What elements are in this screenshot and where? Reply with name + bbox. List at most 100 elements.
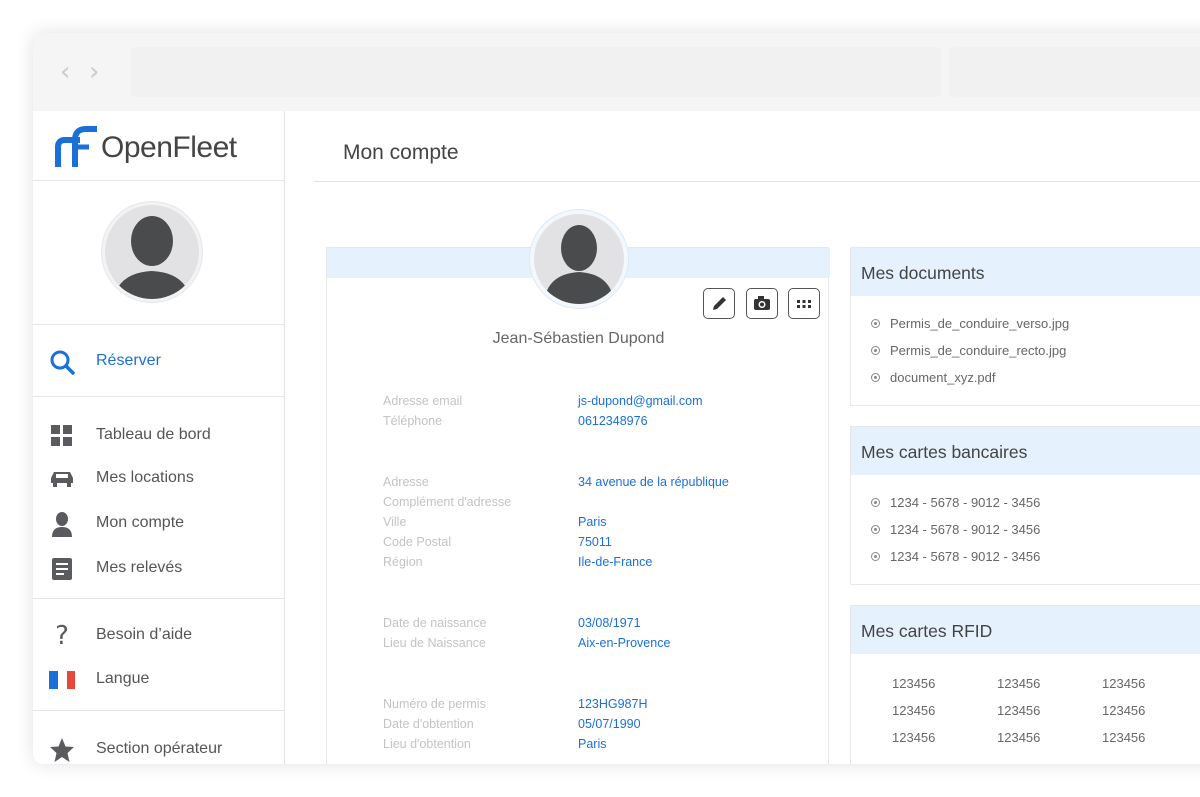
more-options-button[interactable] [788,288,820,319]
field-value-license-number[interactable]: 123HG987H [578,697,648,711]
profile-avatar[interactable] [530,210,628,308]
field-value-birth-date[interactable]: 03/08/1971 [578,616,641,630]
rfid-card-item[interactable]: 123456 [997,676,1040,691]
sidebar-avatar[interactable] [102,202,202,302]
sidebar-item-label: Tableau de bord [96,426,211,443]
dashboard-icon [51,425,72,446]
bank-cards-panel-header: Mes cartes bancaires [851,427,1200,475]
sidebar-item-mes-locations[interactable]: Mes locations [33,458,285,498]
document-item[interactable]: document_xyz.pdf [871,370,996,385]
field-label-region: Région [383,555,423,569]
rfid-cards-panel-title: Mes cartes RFID [861,621,993,641]
field-value-region[interactable]: Ile-de-France [578,555,652,569]
sidebar-item-label: Section opérateur [96,740,223,757]
radio-bullet-icon [871,552,880,561]
back-arrow-icon[interactable]: ‹ [60,59,78,85]
title-divider [314,181,1200,182]
field-value-license-place[interactable]: Paris [578,737,606,751]
field-value-email[interactable]: js-dupond@gmail.com [578,394,703,408]
field-label-postal-code: Code Postal [383,535,452,549]
rfid-cards-panel: Mes cartes RFID 123456 123456 123456 123… [850,605,1200,764]
browser-window: ‹ › OpenFleet Réserver Tableau de bord M… [33,33,1200,764]
radio-bullet-icon [871,525,880,534]
documents-panel: Mes documents Permis_de_conduire_verso.j… [850,247,1200,406]
profile-card: Jean-Sébastien Dupond Adresse email js-d… [326,210,830,764]
document-item[interactable]: Permis_de_conduire_verso.jpg [871,316,1069,331]
sidebar: OpenFleet Réserver Tableau de bord Mes l… [33,111,285,764]
field-label-phone: Téléphone [383,414,443,428]
sidebar-item-label: Mon compte [96,514,185,531]
field-value-postal-code[interactable]: 75011 [578,535,612,549]
field-value-license-date[interactable]: 05/07/1990 [578,717,641,731]
car-icon [51,472,73,487]
search-icon [50,350,75,375]
sidebar-item-reserver[interactable]: Réserver [33,341,285,381]
bank-cards-panel: Mes cartes bancaires 1234 - 5678 - 9012 … [850,426,1200,585]
documents-panel-header: Mes documents [851,248,1200,296]
user-icon [52,512,72,537]
rfid-card-item[interactable]: 123456 [892,730,935,745]
rfid-card-item[interactable]: 123456 [892,703,935,718]
sidebar-operator-section: Section opérateur [33,711,285,764]
document-icon [52,558,72,580]
rfid-card-item[interactable]: 123456 [1102,730,1145,745]
star-icon [50,738,74,762]
sidebar-item-mon-compte[interactable]: Mon compte [33,503,285,543]
change-photo-button[interactable] [746,288,778,319]
sidebar-help-section: ? Besoin d’aide Langue [33,599,285,711]
page-title: Mon compte [343,141,459,164]
french-flag-icon [49,671,75,689]
bank-card-item[interactable]: 1234 - 5678 - 9012 - 3456 [871,495,1040,510]
radio-bullet-icon [871,319,880,328]
field-label-license-date: Date d'obtention [383,717,474,731]
address-bar[interactable] [131,47,941,97]
camera-icon [754,296,770,310]
field-label-address: Adresse [383,475,429,489]
sidebar-item-mes-releves[interactable]: Mes relevés [33,548,285,588]
edit-profile-button[interactable] [703,288,735,319]
field-value-city[interactable]: Paris [578,515,606,529]
edit-icon [713,297,726,310]
question-icon: ? [55,621,69,651]
browser-search-bar[interactable] [949,47,1200,97]
profile-name: Jean-Sébastien Dupond [492,330,665,347]
user-silhouette-icon [544,225,614,304]
rfid-card-item[interactable]: 123456 [1102,676,1145,691]
user-silhouette-icon [113,216,191,299]
sidebar-primary-section: Réserver [33,325,285,397]
sidebar-nav-section: Tableau de bord Mes locations Mon compte [33,397,285,599]
document-item[interactable]: Permis_de_conduire_recto.jpg [871,343,1066,358]
rfid-card-item[interactable]: 123456 [997,730,1040,745]
sidebar-item-label: Besoin d’aide [96,626,193,643]
radio-bullet-icon [871,346,880,355]
rfid-card-item[interactable]: 123456 [1102,703,1145,718]
sidebar-item-label: Mes relevés [96,559,183,576]
sidebar-avatar-area [33,181,285,325]
sidebar-item-tableau-de-bord[interactable]: Tableau de bord [33,415,285,455]
sidebar-item-langue[interactable]: Langue [33,659,285,699]
sidebar-item-label: Réserver [96,352,161,369]
main-content: Mon compte Jean-Sébastien Dupond Adresse… [286,111,1200,764]
radio-bullet-icon [871,498,880,507]
rfid-cards-panel-header: Mes cartes RFID [851,606,1200,654]
bank-card-item[interactable]: 1234 - 5678 - 9012 - 3456 [871,522,1040,537]
bank-card-item[interactable]: 1234 - 5678 - 9012 - 3456 [871,549,1040,564]
rfid-card-item[interactable]: 123456 [892,676,935,691]
field-value-address[interactable]: 34 avenue de la république [578,475,729,489]
sidebar-item-section-operateur[interactable]: Section opérateur [33,729,285,764]
field-label-birth-date: Date de naissance [383,616,487,630]
rfid-card-item[interactable]: 123456 [997,703,1040,718]
field-label-license-place: Lieu d'obtention [383,737,471,751]
field-label-email: Adresse email [383,394,463,408]
browser-chrome: ‹ › [33,33,1200,111]
sidebar-item-besoin-daide[interactable]: ? Besoin d’aide [33,615,285,655]
brand[interactable]: OpenFleet [33,111,285,181]
field-label-license-number: Numéro de permis [383,697,486,711]
sidebar-item-label: Mes locations [96,469,194,486]
forward-arrow-icon[interactable]: › [89,59,107,85]
bank-cards-panel-title: Mes cartes bancaires [861,442,1028,462]
field-value-birth-place[interactable]: Aix-en-Provence [578,636,670,650]
field-value-phone[interactable]: 0612348976 [578,414,648,428]
more-icon [797,300,811,308]
sidebar-item-label: Langue [96,670,150,687]
